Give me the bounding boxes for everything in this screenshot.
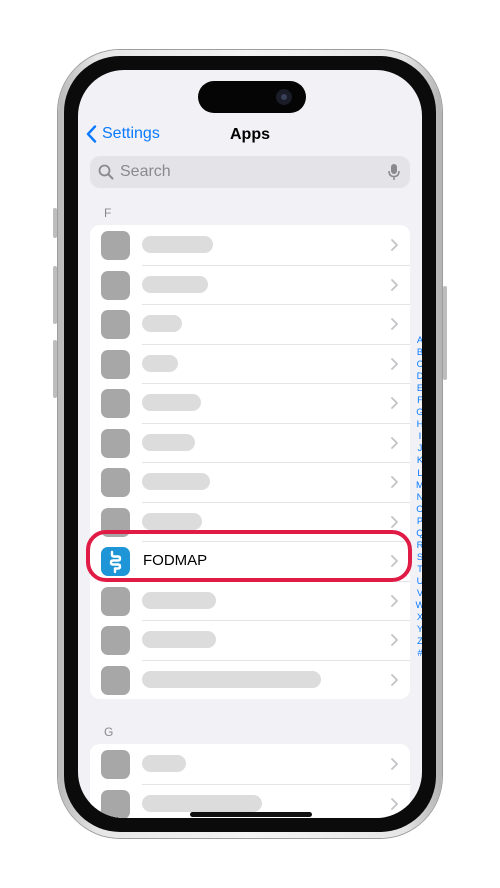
redacted-app-name	[142, 394, 201, 411]
camera-icon	[276, 89, 292, 105]
volume-down-button	[53, 340, 57, 398]
list-item[interactable]	[90, 225, 410, 265]
chevron-right-icon	[391, 476, 398, 488]
index-letter[interactable]: S	[414, 552, 422, 564]
chevron-right-icon	[391, 278, 398, 291]
list-item[interactable]	[90, 462, 410, 502]
list-item[interactable]	[90, 580, 410, 621]
chevron-right-icon	[391, 239, 398, 251]
redacted-app-name	[142, 315, 182, 332]
redacted-app-name	[142, 473, 210, 490]
app-icon	[101, 789, 130, 818]
app-icon	[101, 389, 130, 418]
index-letter[interactable]: Y	[414, 624, 422, 636]
phone-bezel: Settings Apps F	[64, 56, 436, 832]
page-title: Apps	[230, 126, 270, 143]
chevron-right-icon	[391, 673, 398, 686]
index-letter[interactable]: R	[414, 540, 422, 552]
list-item[interactable]	[90, 620, 410, 660]
phone-frame: Settings Apps F	[53, 50, 447, 838]
list-item[interactable]	[90, 659, 410, 700]
index-letter[interactable]: C	[414, 359, 422, 371]
index-letter[interactable]: W	[414, 600, 422, 612]
section-header-f: F	[104, 206, 112, 220]
app-list-f: FODMAP	[90, 225, 410, 699]
app-list-g	[90, 744, 410, 818]
redacted-app-name	[142, 236, 213, 253]
chevron-right-icon	[391, 357, 398, 370]
app-icon	[101, 468, 130, 497]
list-item[interactable]	[90, 744, 410, 784]
index-letter[interactable]: L	[414, 468, 422, 480]
app-icon	[101, 231, 130, 260]
index-letter[interactable]: M	[414, 480, 422, 492]
app-icon	[101, 665, 130, 695]
redacted-app-name	[142, 512, 202, 530]
chevron-right-icon	[391, 436, 398, 449]
redacted-app-name	[142, 794, 262, 812]
index-letter[interactable]: B	[414, 347, 422, 359]
list-item[interactable]	[90, 343, 410, 384]
index-letter[interactable]: #	[414, 648, 422, 660]
chevron-right-icon	[391, 594, 398, 607]
redacted-app-name	[142, 433, 195, 451]
section-index[interactable]: A B C D E F G H I J K L M N O P Q R S T	[414, 335, 422, 660]
index-letter[interactable]: P	[414, 516, 422, 528]
app-icon	[101, 750, 130, 779]
list-item[interactable]	[90, 264, 410, 305]
app-icon	[101, 270, 130, 300]
chevron-right-icon	[391, 318, 398, 330]
microphone-icon[interactable]	[388, 163, 400, 181]
index-letter[interactable]: A	[414, 335, 422, 347]
action-button	[53, 208, 57, 238]
chevron-right-icon	[391, 515, 398, 528]
list-item[interactable]	[90, 383, 410, 423]
app-icon	[101, 626, 130, 655]
redacted-app-name	[142, 631, 216, 648]
index-letter[interactable]: F	[414, 395, 422, 407]
highlight-outline	[86, 530, 412, 582]
list-item[interactable]	[90, 304, 410, 344]
chevron-right-icon	[391, 634, 398, 646]
chevron-right-icon	[391, 797, 398, 810]
redacted-app-name	[142, 354, 178, 372]
index-letter[interactable]: V	[414, 588, 422, 600]
index-letter[interactable]: G	[414, 407, 422, 419]
nav-bar: Settings Apps	[78, 125, 422, 155]
redacted-app-name	[142, 275, 208, 293]
index-letter[interactable]: K	[414, 455, 422, 467]
volume-up-button	[53, 266, 57, 324]
index-letter[interactable]: N	[414, 492, 422, 504]
index-letter[interactable]: E	[414, 383, 422, 395]
list-item[interactable]	[90, 422, 410, 463]
app-icon	[101, 349, 130, 379]
chevron-right-icon	[391, 397, 398, 409]
app-icon	[101, 586, 130, 616]
section-header-g: G	[104, 725, 114, 739]
search-icon	[98, 164, 114, 180]
redacted-app-name	[142, 591, 216, 609]
dynamic-island	[198, 81, 306, 113]
index-letter[interactable]: X	[414, 612, 422, 624]
index-letter[interactable]: I	[414, 431, 422, 443]
search-input[interactable]	[120, 163, 388, 181]
search-bar[interactable]	[90, 156, 410, 188]
index-letter[interactable]: O	[414, 504, 422, 516]
redacted-app-name	[142, 670, 321, 688]
index-letter[interactable]: U	[414, 576, 422, 588]
chevron-right-icon	[391, 758, 398, 770]
redacted-app-name	[142, 755, 186, 772]
index-letter[interactable]: Z	[414, 636, 422, 648]
index-letter[interactable]: J	[414, 443, 422, 455]
app-icon	[101, 428, 130, 458]
screen: Settings Apps F	[78, 70, 422, 818]
index-letter[interactable]: H	[414, 419, 422, 431]
index-letter[interactable]: Q	[414, 528, 422, 540]
home-indicator	[190, 812, 312, 817]
index-letter[interactable]: T	[414, 564, 422, 576]
side-button	[443, 286, 447, 380]
index-letter[interactable]: D	[414, 371, 422, 383]
app-icon	[101, 310, 130, 339]
